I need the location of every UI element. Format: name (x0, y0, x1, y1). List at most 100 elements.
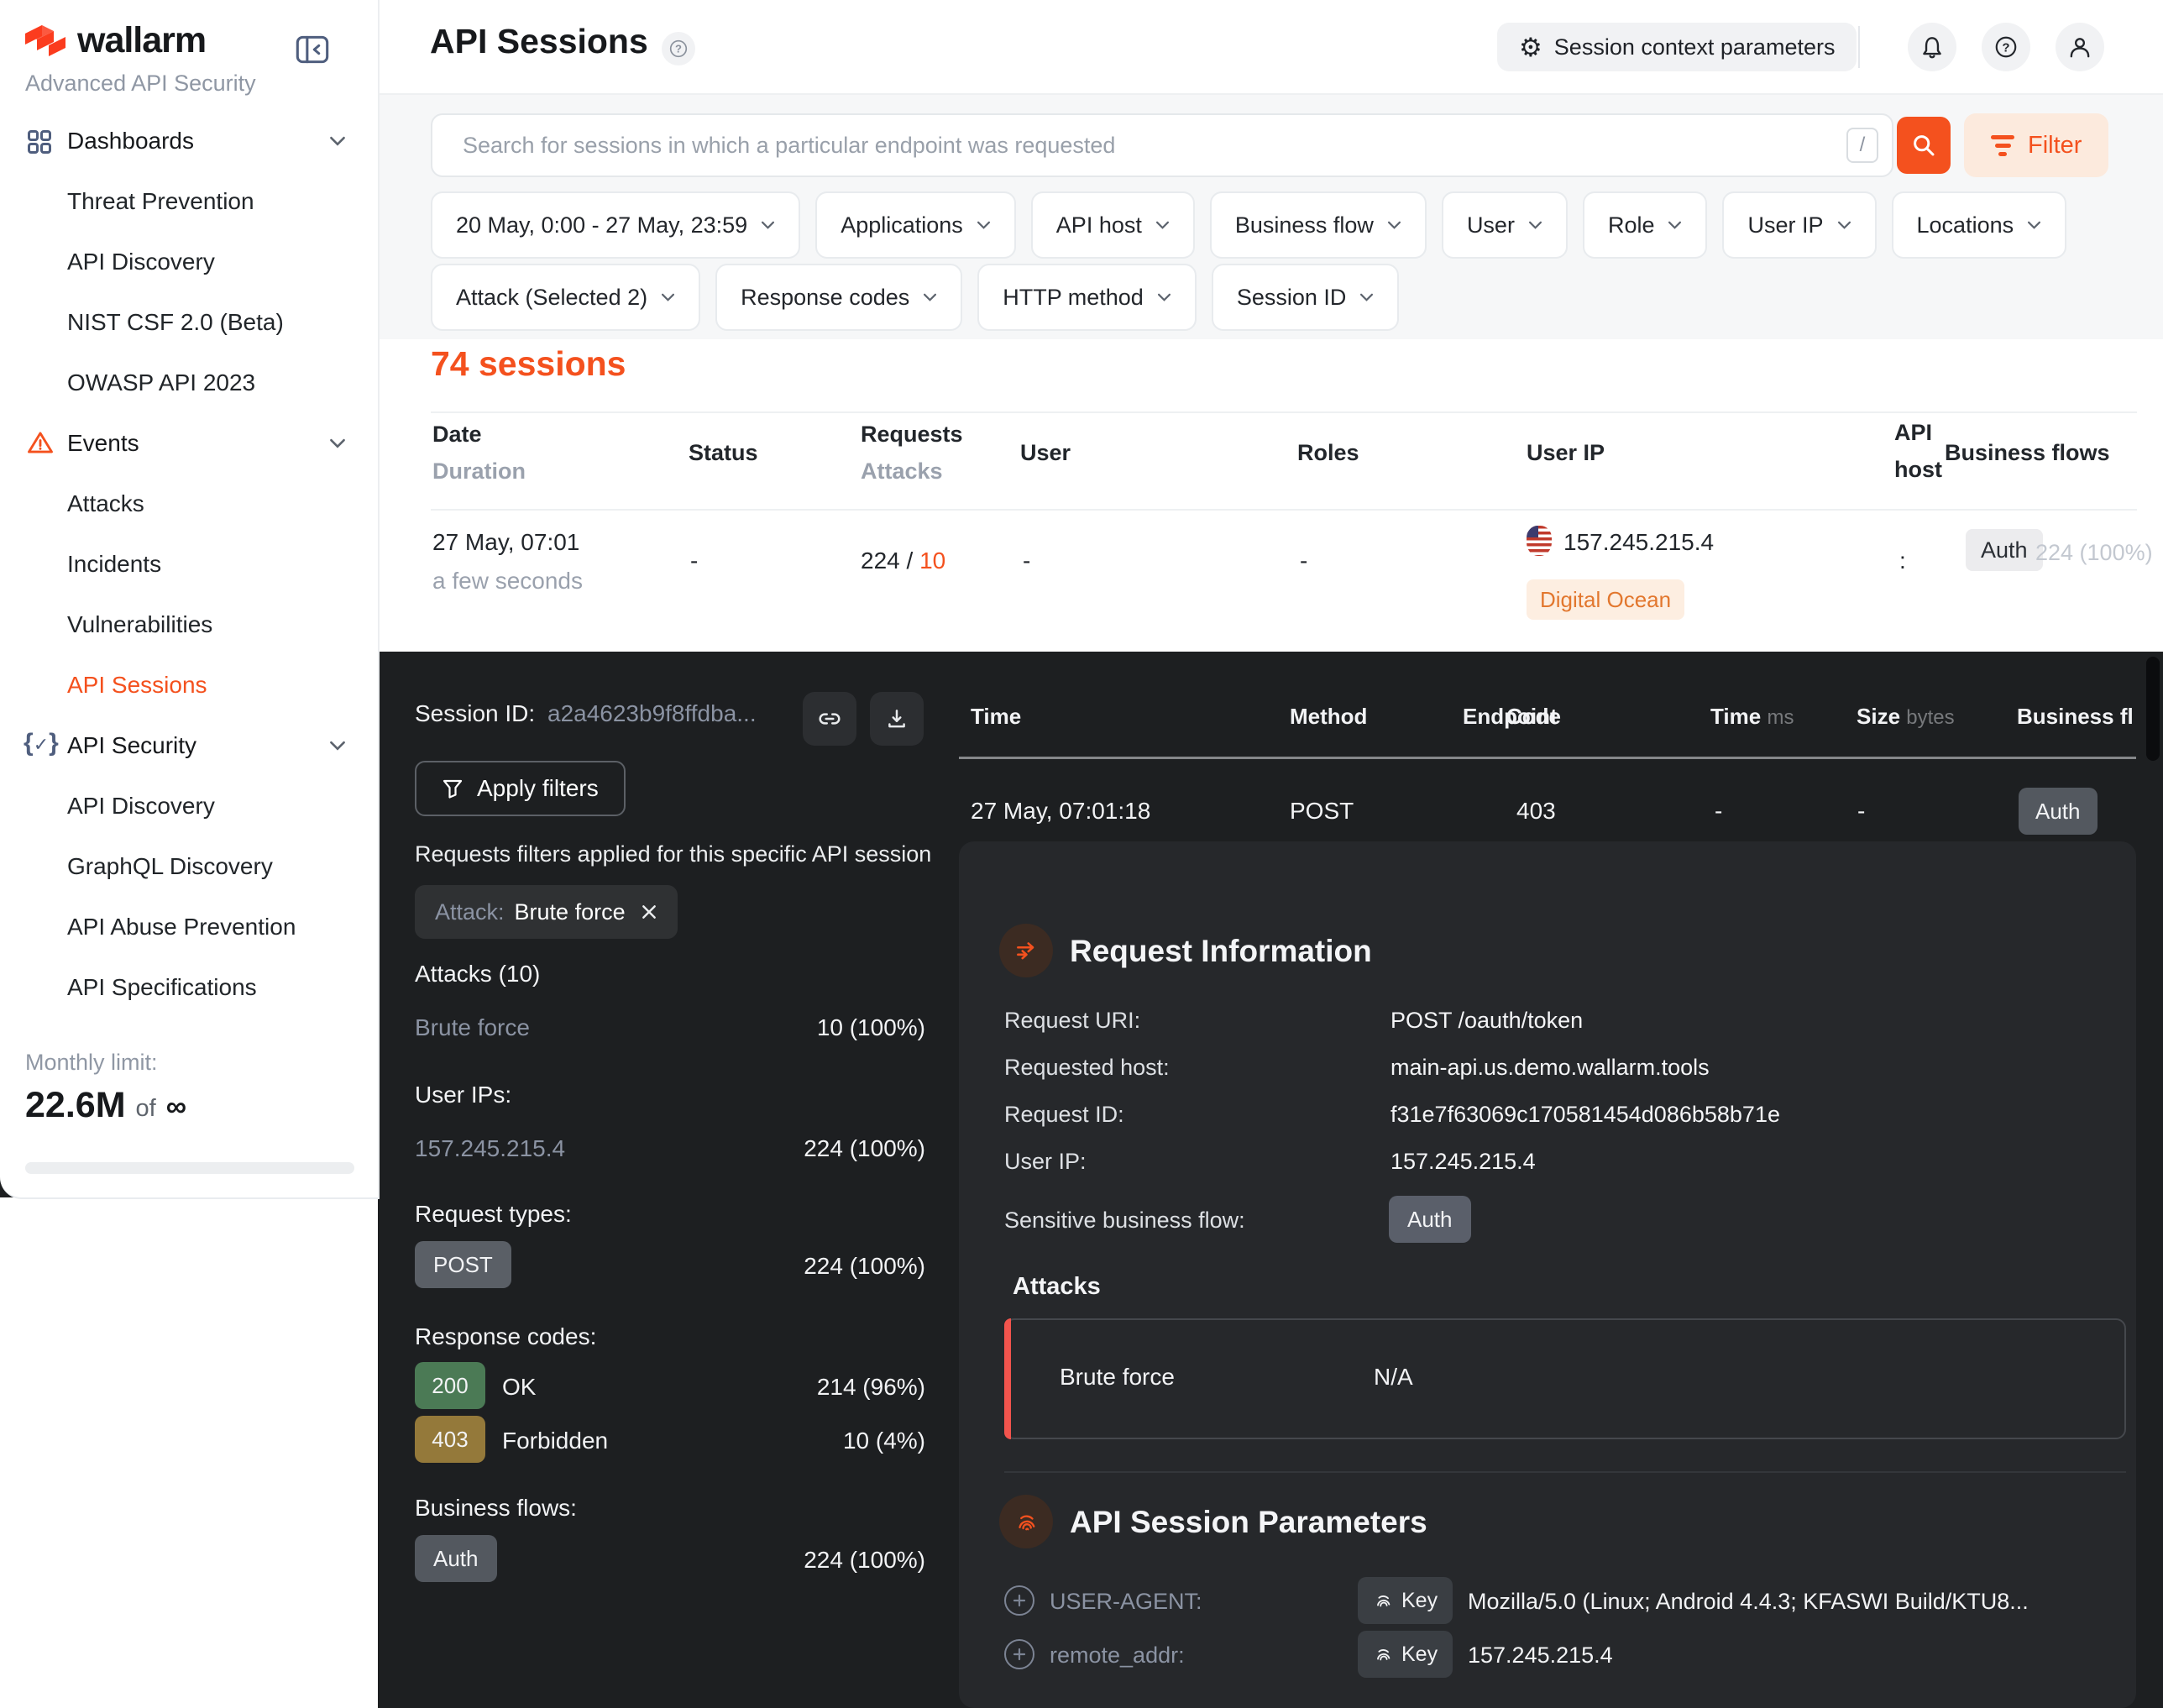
row-flow-chip: Auth (1966, 529, 2043, 571)
account-button[interactable] (2056, 23, 2104, 71)
filter-chip-date-range[interactable]: 20 May, 0:00 - 27 May, 23:59 (431, 191, 800, 259)
filter-chip-user-ip[interactable]: User IP (1722, 191, 1876, 259)
stats-userips-value: 224 (100%) (714, 1135, 925, 1162)
session-row[interactable] (431, 512, 2137, 650)
request-info-icon (999, 924, 1053, 977)
sidebar-item-nist-csf[interactable]: NIST CSF 2.0 (Beta) (67, 304, 284, 341)
stats-attacks-name: Brute force (415, 1014, 530, 1041)
app-root: wallarm Advanced API Security Dashboards… (0, 0, 2163, 1708)
monthly-limit-used: 22.6M (25, 1085, 126, 1126)
monthly-limit-progressbar (25, 1162, 354, 1174)
filter-chip-role[interactable]: Role (1583, 191, 1708, 259)
search-icon (1911, 133, 1936, 158)
filter-chip-business-flow[interactable]: Business flow (1210, 191, 1427, 259)
chevron-down-icon (329, 136, 346, 147)
param-value-remote-addr: 157.245.215.4 (1468, 1643, 1613, 1669)
session-context-button[interactable]: ⚙ Session context parameters (1497, 23, 1857, 71)
brand-name: wallarm (77, 20, 206, 61)
request-id-value: f31e7f63069c170581454d086b58b71e (1390, 1102, 1780, 1128)
session-params-title: API Session Parameters (1070, 1505, 1427, 1540)
sessions-count: 74 sessions (431, 344, 626, 384)
svg-text:?: ? (2002, 40, 2009, 55)
search-button[interactable] (1897, 117, 1951, 174)
code-403-value: 10 (4%) (714, 1428, 925, 1454)
rt-col-business-flows: Business fl (2017, 704, 2134, 730)
collapse-sidebar-icon[interactable] (296, 35, 329, 64)
sidebar-item-vulnerabilities[interactable]: Vulnerabilities (67, 606, 212, 643)
request-id-label: Request ID: (1004, 1102, 1124, 1128)
filter-chip-session-id[interactable]: Session ID (1212, 264, 1400, 331)
expand-param-icon[interactable] (1004, 1639, 1034, 1669)
card-divider (1004, 1471, 2126, 1473)
code-200-chip: 200 (415, 1362, 485, 1409)
attack-filter-chip-label: Attack: (435, 899, 505, 925)
close-icon[interactable] (641, 904, 657, 920)
copy-link-button[interactable] (803, 692, 856, 746)
sidebar-group-dashboards[interactable]: Dashboards (67, 123, 194, 160)
attack-filter-chip[interactable]: Attack: Brute force (415, 885, 678, 939)
card-attacks-heading: Attacks (1013, 1273, 1101, 1301)
table-top-border (431, 411, 2137, 413)
rt-row-time: 27 May, 07:01:18 (971, 798, 1150, 825)
chevron-down-icon (1837, 221, 1851, 230)
filter-button[interactable]: Filter (1964, 113, 2108, 177)
col-duration: Duration (432, 458, 526, 485)
stats-flows-heading: Business flows: (415, 1495, 577, 1522)
filter-chip-attack[interactable]: Attack (Selected 2) (431, 264, 700, 331)
user-ip-value: 157.245.215.4 (1390, 1149, 1536, 1175)
sidebar-item-api-specifications[interactable]: API Specifications (67, 969, 257, 1006)
sidebar-item-owasp-api[interactable]: OWASP API 2023 (67, 364, 255, 401)
sidebar-item-graphql-discovery[interactable]: GraphQL Discovery (67, 848, 273, 885)
key-chip-remote-addr[interactable]: Key (1358, 1631, 1453, 1678)
row-roles: - (1300, 548, 1307, 574)
filter-chip-response-codes[interactable]: Response codes (715, 264, 962, 331)
session-id-label: Session ID: (415, 700, 535, 727)
plus-icon (1013, 1648, 1026, 1661)
link-icon (818, 707, 841, 731)
row-user: - (1023, 548, 1030, 574)
rt-row-size: - (1857, 798, 1865, 825)
sidebar-group-api-security[interactable]: API Security (67, 727, 196, 764)
attack-filter-chip-value: Brute force (515, 899, 626, 925)
code-403-chip: 403 (415, 1416, 485, 1463)
row-requests: 224 / 10 (861, 548, 945, 574)
us-flag-icon (1527, 526, 1552, 556)
user-ip-label: User IP: (1004, 1149, 1087, 1175)
title-help-icon[interactable]: ? (662, 32, 695, 65)
sidebar-item-api-sessions[interactable]: API Sessions (67, 667, 207, 704)
session-id-value: a2a4623b9f8ffdba... (547, 700, 757, 727)
filter-chip-user[interactable]: User (1442, 191, 1568, 259)
monthly-limit-of: of (136, 1095, 156, 1123)
svg-text:?: ? (675, 43, 682, 55)
filter-chip-applications[interactable]: Applications (815, 191, 1016, 259)
filter-chip-http-method[interactable]: HTTP method (977, 264, 1197, 331)
stats-reqtypes-heading: Request types: (415, 1201, 572, 1228)
help-button[interactable]: ? (1982, 23, 2030, 71)
panel-scrollbar[interactable] (2146, 657, 2160, 761)
grid-icon (27, 129, 52, 155)
fingerprint-icon (1373, 1644, 1393, 1664)
sidebar-item-incidents[interactable]: Incidents (67, 546, 161, 583)
filter-chips-row1: 20 May, 0:00 - 27 May, 23:59 Application… (431, 191, 2066, 259)
fingerprint-icon (1373, 1590, 1393, 1611)
sidebar-item-api-discovery-2[interactable]: API Discovery (67, 788, 215, 825)
search-input[interactable] (432, 132, 1846, 160)
expand-param-icon[interactable] (1004, 1585, 1034, 1616)
col-api-host-1: API (1894, 420, 1932, 446)
gear-icon: ⚙ (1519, 34, 1542, 60)
col-status: Status (689, 440, 758, 466)
sidebar-item-attacks[interactable]: Attacks (67, 485, 144, 522)
funnel-icon (442, 778, 464, 799)
filter-chip-locations[interactable]: Locations (1892, 191, 2067, 259)
sidebar-item-threat-prevention[interactable]: Threat Prevention (67, 183, 254, 220)
notifications-button[interactable] (1908, 23, 1956, 71)
key-chip-user-agent[interactable]: Key (1358, 1577, 1453, 1624)
sidebar-item-api-discovery[interactable]: API Discovery (67, 244, 215, 280)
table-header-border (431, 509, 2137, 511)
row-api-host: : (1899, 548, 1906, 574)
sidebar-group-events[interactable]: Events (67, 425, 139, 462)
filter-chip-api-host[interactable]: API host (1031, 191, 1195, 259)
download-button[interactable] (870, 692, 924, 746)
sidebar-item-api-abuse-prevention[interactable]: API Abuse Prevention (67, 909, 296, 946)
apply-filters-button[interactable]: Apply filters (415, 761, 626, 816)
